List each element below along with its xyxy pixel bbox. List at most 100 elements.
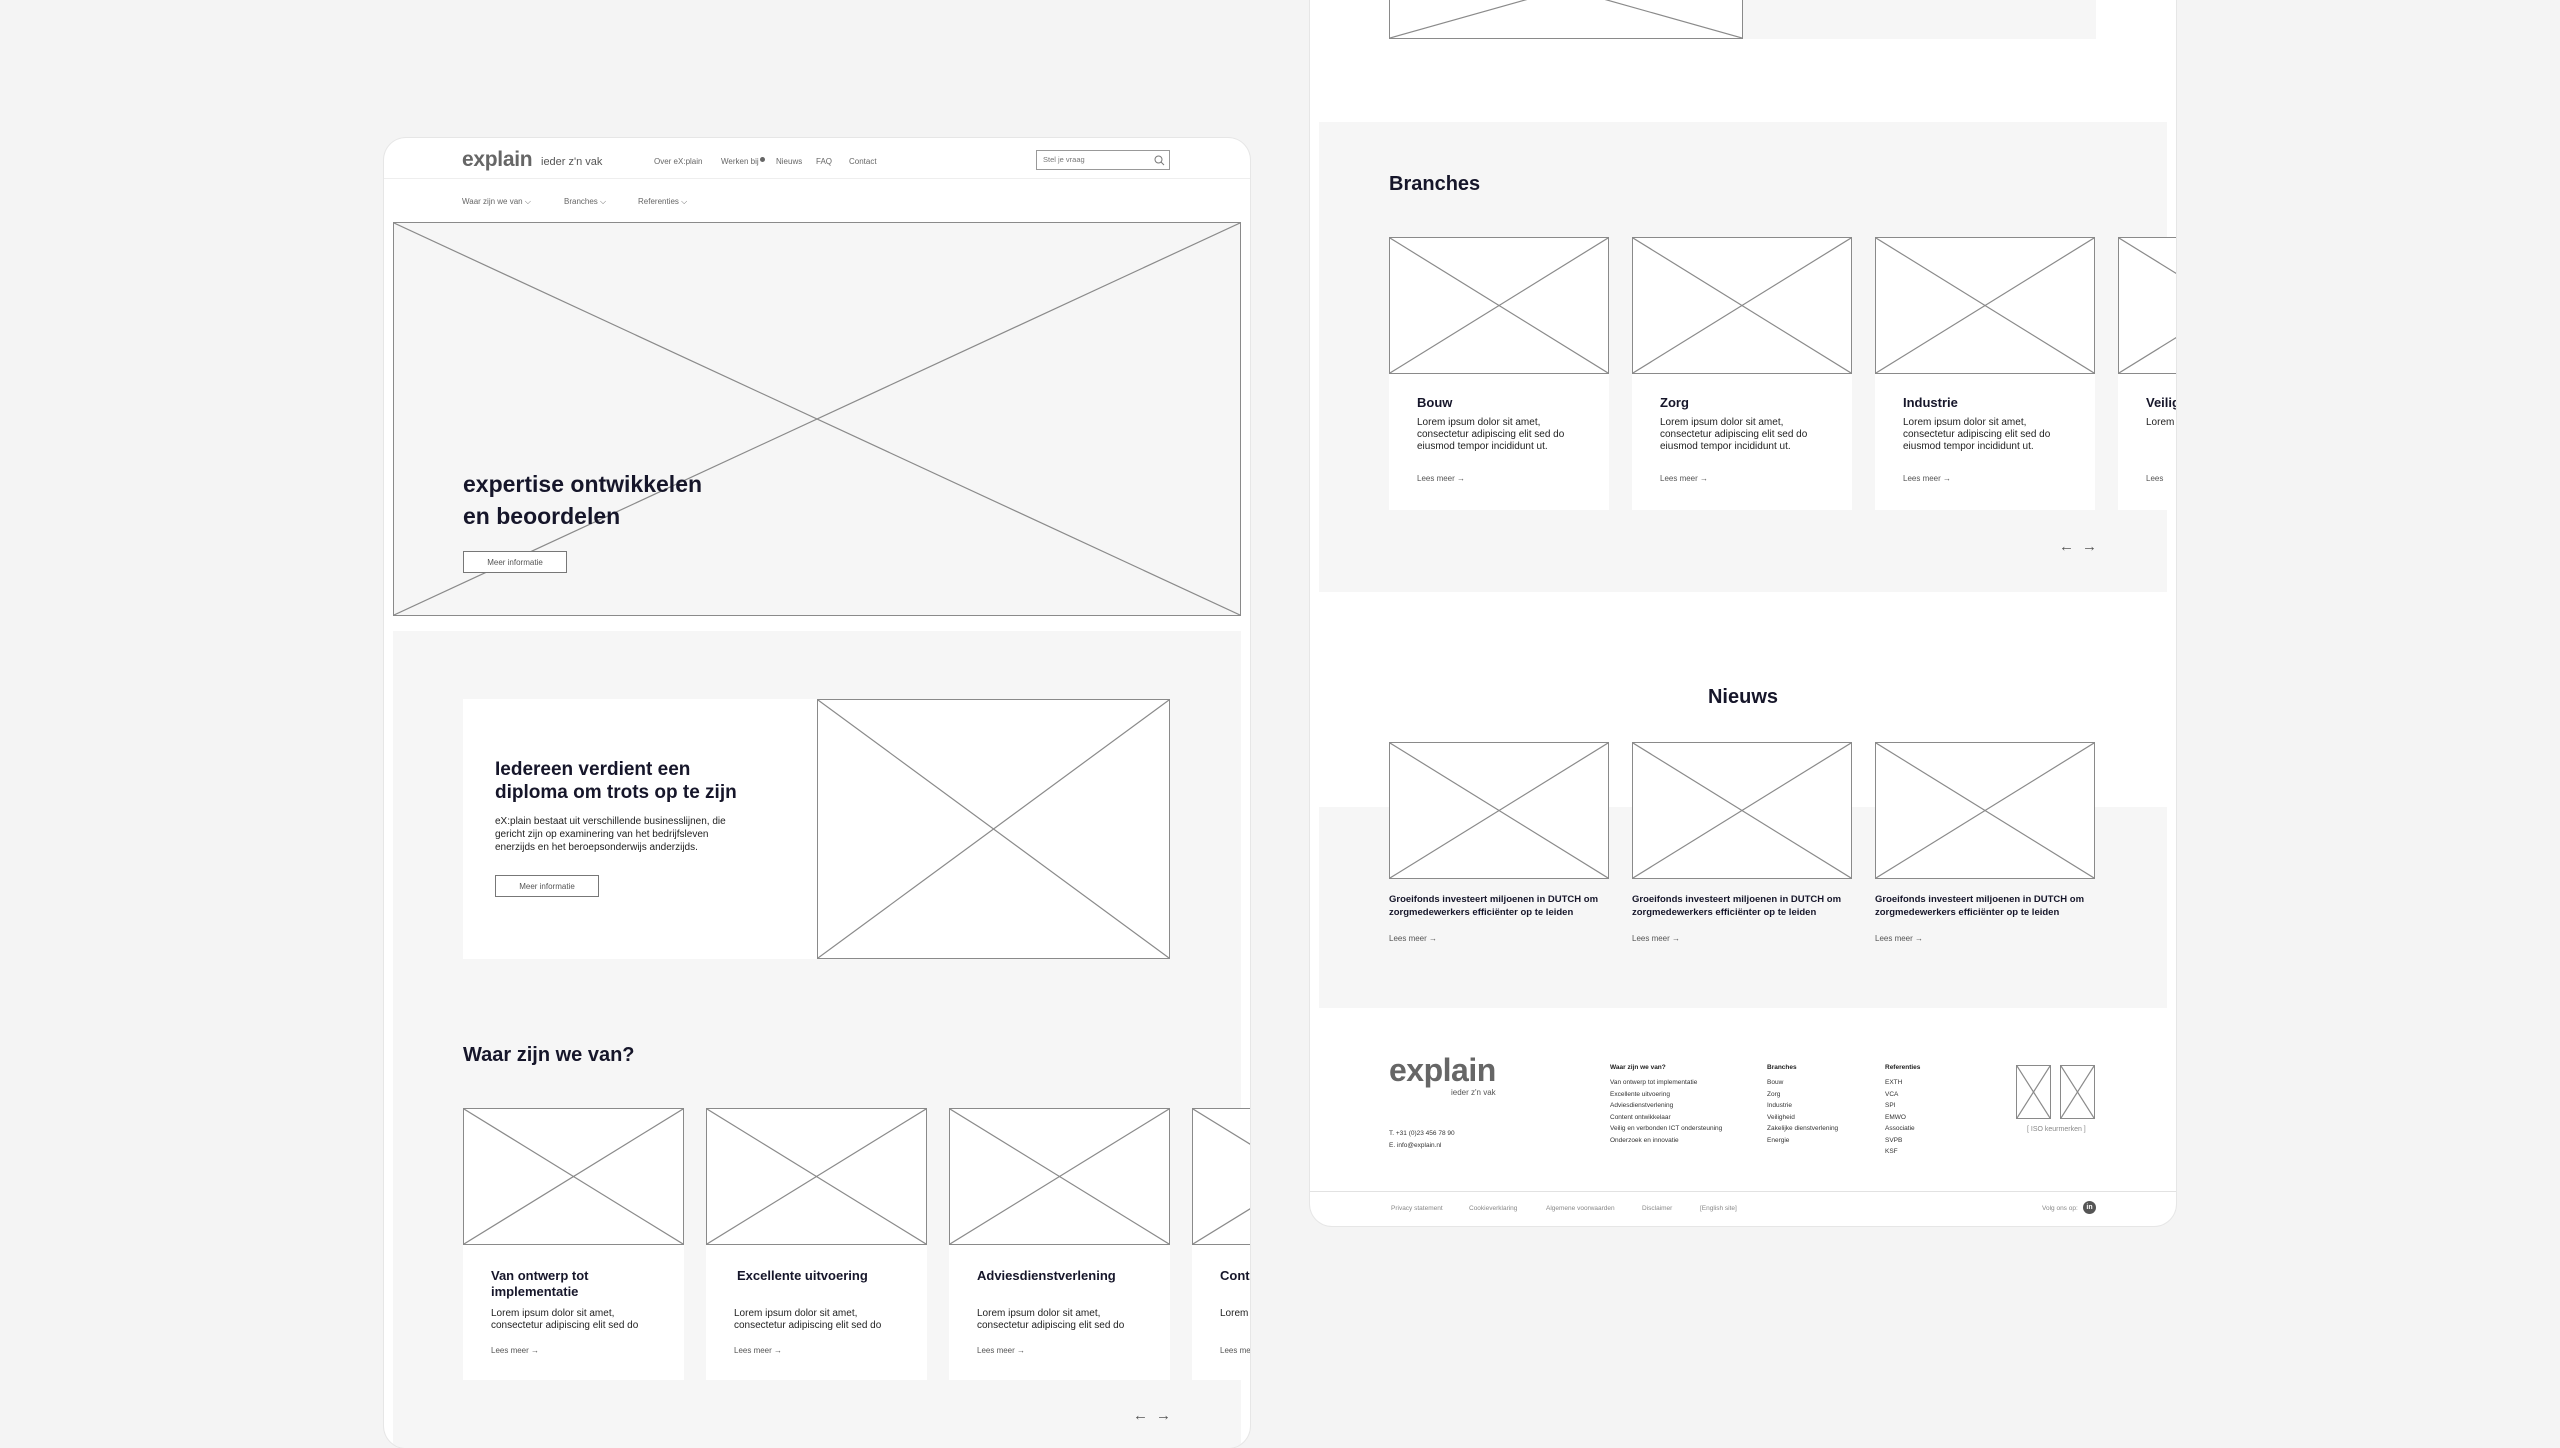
linkedin-icon[interactable]: in: [2083, 1201, 2096, 1214]
read-more-link[interactable]: Lees: [2146, 474, 2163, 483]
footer-link[interactable]: Adviesdienstverlening: [1610, 1100, 1722, 1112]
footer-link[interactable]: VCA: [1885, 1089, 1920, 1101]
footer-link[interactable]: EXTH: [1885, 1077, 1920, 1089]
footer-link[interactable]: Bouw: [1767, 1077, 1838, 1089]
read-more-link[interactable]: Lees meer →: [1903, 474, 1951, 483]
footer-email[interactable]: E. info@explain.nl: [1389, 1140, 1442, 1152]
arrow-right-icon: →: [774, 1346, 783, 1355]
arrow-right-icon: →: [1017, 1346, 1026, 1355]
nav-nieuws[interactable]: Nieuws: [776, 157, 802, 166]
legal-english[interactable]: [English site]: [1700, 1205, 1737, 1212]
footer-link[interactable]: Associatie: [1885, 1123, 1920, 1135]
footer-col-heading: Branches: [1767, 1064, 1797, 1071]
footer-link[interactable]: Excellente uitvoering: [1610, 1089, 1722, 1101]
hero-title: expertise ontwikkelen en beoordelen: [463, 471, 703, 529]
footer-link[interactable]: Onderzoek en innovatie: [1610, 1135, 1722, 1147]
nav-werken[interactable]: Werken bij: [721, 157, 765, 166]
footer-col-heading: Waar zijn we van?: [1610, 1064, 1666, 1071]
follow-label: Volg ons op:: [2042, 1205, 2078, 1212]
footer-link[interactable]: SPI: [1885, 1100, 1920, 1112]
nav-faq[interactable]: FAQ: [816, 157, 832, 166]
read-more-link[interactable]: Lees meer →: [1389, 934, 1437, 943]
intro-more-button[interactable]: Meer informatie: [495, 875, 599, 897]
intro-image-placeholder: [817, 699, 1170, 959]
footer-link[interactable]: Veilig en verbonden ICT ondersteuning: [1610, 1123, 1722, 1135]
arrow-right-icon[interactable]: →: [2082, 538, 2097, 555]
service-card[interactable]: Conte Lorem Lees mee: [1192, 1108, 1250, 1380]
card-body: Lorem: [2146, 417, 2175, 428]
read-more-link[interactable]: Lees meer →: [977, 1346, 1025, 1355]
read-more-link[interactable]: Lees mee: [1220, 1346, 1250, 1355]
nav-over[interactable]: Over eX:plain: [654, 157, 702, 166]
footer-link[interactable]: Zorg: [1767, 1089, 1838, 1101]
news-title[interactable]: Groeifonds investeert miljoenen in DUTCH…: [1389, 893, 1613, 919]
news-title[interactable]: Groeifonds investeert miljoenen in DUTCH…: [1632, 893, 1856, 919]
footer-link[interactable]: Zakelijke dienstverlening: [1767, 1123, 1838, 1135]
search-input[interactable]: Stel je vraag: [1036, 150, 1170, 170]
footer-link[interactable]: Veiligheid: [1767, 1112, 1838, 1124]
nav-contact[interactable]: Contact: [849, 157, 877, 166]
news-title[interactable]: Groeifonds investeert miljoenen in DUTCH…: [1875, 893, 2099, 919]
subnav-branches[interactable]: Branches ⌵: [564, 197, 606, 207]
iso-logo-placeholder: [2016, 1065, 2051, 1119]
card-image-placeholder: [1389, 237, 1609, 374]
search-icon[interactable]: [1154, 155, 1165, 166]
read-more-link[interactable]: Lees meer →: [1875, 934, 1923, 943]
branch-card[interactable]: Industrie Lorem ipsum dolor sit amet, co…: [1875, 237, 2095, 510]
arrow-right-icon: →: [1943, 474, 1952, 483]
subnav-referenties[interactable]: Referenties ⌵: [638, 197, 687, 207]
legal-terms[interactable]: Algemene voorwaarden: [1546, 1205, 1615, 1212]
read-more-link[interactable]: Lees meer →: [1632, 934, 1680, 943]
card-title: Excellente uitvoering: [737, 1268, 868, 1283]
legal-disclaimer[interactable]: Disclaimer: [1642, 1205, 1672, 1212]
footer-logo[interactable]: explain: [1389, 1052, 1496, 1089]
card-body: Lorem ipsum dolor sit amet, consectetur …: [1660, 417, 1808, 452]
read-more-link[interactable]: Lees meer →: [1417, 474, 1465, 483]
footer-link[interactable]: Van ontwerp tot implementatie: [1610, 1077, 1722, 1089]
card-title: Bouw: [1417, 395, 1453, 410]
footer-divider: [1310, 1191, 2176, 1192]
header-divider: [384, 178, 1250, 179]
hero-more-button[interactable]: Meer informatie: [463, 551, 567, 573]
read-more-link[interactable]: Lees meer →: [1660, 474, 1708, 483]
card-image-placeholder: [1632, 237, 1852, 374]
card-image-placeholder: [1192, 1108, 1250, 1245]
footer-link[interactable]: Content ontwikkelaar: [1610, 1112, 1722, 1124]
top-image-placeholder: [1389, 0, 1743, 39]
read-more-link[interactable]: Lees meer →: [734, 1346, 782, 1355]
chevron-down-icon: ⌵: [524, 197, 531, 206]
chevron-down-icon: ⌵: [681, 197, 688, 206]
legal-cookies[interactable]: Cookieverklaring: [1469, 1205, 1517, 1212]
legal-privacy[interactable]: Privacy statement: [1391, 1205, 1443, 1212]
branch-card[interactable]: Bouw Lorem ipsum dolor sit amet, consect…: [1389, 237, 1609, 510]
subnav-waar[interactable]: Waar zijn we van ⌵: [462, 197, 531, 207]
footer-phone: T. +31 (0)23 456 78 90: [1389, 1130, 1455, 1137]
service-card[interactable]: Excellente uitvoering Lorem ipsum dolor …: [706, 1108, 927, 1380]
site-tagline: ieder z'n vak: [541, 156, 603, 168]
arrow-right-icon: →: [1672, 934, 1681, 943]
arrow-right-icon[interactable]: →: [1156, 1407, 1171, 1424]
arrow-right-icon: →: [1700, 474, 1709, 483]
read-more-link[interactable]: Lees meer →: [491, 1346, 539, 1355]
branch-card[interactable]: Zorg Lorem ipsum dolor sit amet, consect…: [1632, 237, 1852, 510]
branch-card[interactable]: Veilig Lorem Lees: [2118, 237, 2176, 510]
card-title: Adviesdienstverlening: [977, 1268, 1116, 1283]
card-image-placeholder: [2118, 237, 2176, 374]
intro-body: eX:plain bestaat uit verschillende busin…: [495, 816, 726, 853]
services-heading: Waar zijn we van?: [463, 1044, 635, 1066]
card-title: Van ontwerp tot implementatie: [491, 1268, 589, 1299]
footer-link[interactable]: Industrie: [1767, 1100, 1838, 1112]
footer-link[interactable]: EMWO: [1885, 1112, 1920, 1124]
footer-col-heading: Referenties: [1885, 1064, 1921, 1071]
iso-label: [ ISO keurmerken ]: [2027, 1126, 2086, 1133]
footer-link[interactable]: Energie: [1767, 1135, 1838, 1147]
arrow-left-icon[interactable]: ←: [2059, 538, 2074, 555]
service-card[interactable]: Adviesdienstverlening Lorem ipsum dolor …: [949, 1108, 1170, 1380]
service-card[interactable]: Van ontwerp tot implementatie Lorem ipsu…: [463, 1108, 684, 1380]
footer-link[interactable]: KSF: [1885, 1146, 1920, 1158]
card-body: Lorem ipsum dolor sit amet, consectetur …: [1903, 417, 2051, 452]
news-image-placeholder: [1632, 742, 1852, 879]
arrow-left-icon[interactable]: ←: [1133, 1407, 1148, 1424]
site-logo[interactable]: explain: [462, 148, 533, 172]
footer-link[interactable]: SVPB: [1885, 1135, 1920, 1147]
